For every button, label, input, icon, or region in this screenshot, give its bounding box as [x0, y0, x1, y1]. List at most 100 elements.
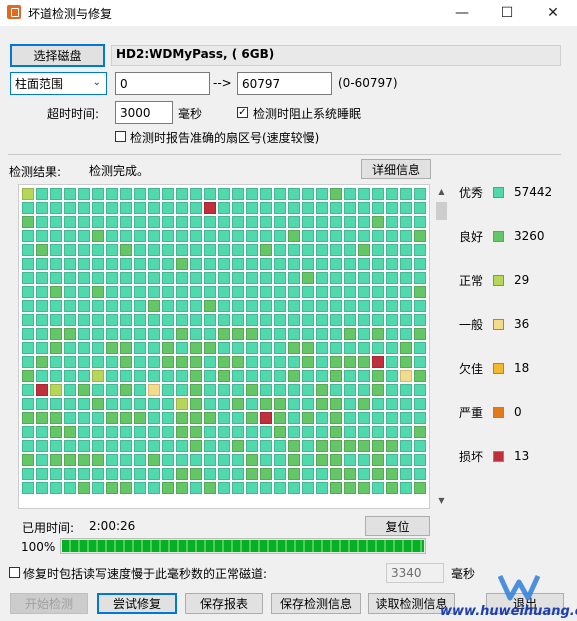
start-detect-button[interactable]: 开始检测 [10, 593, 88, 614]
scroll-down-icon[interactable]: ▼ [433, 493, 450, 509]
minimize-icon[interactable]: — [439, 0, 485, 26]
block-cell [316, 412, 328, 424]
scroll-up-icon[interactable]: ▲ [433, 184, 450, 200]
block-cell [358, 188, 370, 200]
range-mode-select[interactable]: 柱面范围 ⌄ [10, 72, 107, 95]
block-cell [288, 244, 300, 256]
save-info-button[interactable]: 保存检测信息 [271, 593, 361, 614]
block-cell [50, 440, 62, 452]
block-cell [288, 356, 300, 368]
result-label: 检测结果: [9, 165, 62, 179]
block-cell [288, 202, 300, 214]
block-cell [204, 440, 216, 452]
block-cell [288, 342, 300, 354]
block-cell [246, 384, 258, 396]
block-cell [358, 230, 370, 242]
block-cell [372, 342, 384, 354]
block-cell [358, 258, 370, 270]
repair-threshold-input[interactable]: 3340 [386, 563, 444, 583]
block-cell [134, 202, 146, 214]
block-cell [344, 454, 356, 466]
block-cell [22, 384, 34, 396]
block-cell [274, 188, 286, 200]
block-cell [386, 440, 398, 452]
block-cell [204, 426, 216, 438]
block-cell [344, 188, 356, 200]
block-cell [50, 286, 62, 298]
scroll-thumb[interactable] [436, 202, 447, 220]
prevent-sleep-label: 检测时阻止系统睡眠 [253, 107, 362, 121]
legend-label: 损坏 [459, 449, 484, 464]
progress-fill [62, 540, 424, 552]
block-map-scrollbar[interactable]: ▲ ▼ [433, 184, 450, 509]
block-cell [400, 482, 412, 494]
block-cell [386, 300, 398, 312]
block-cell [232, 230, 244, 242]
timeout-input[interactable]: 3000 [115, 101, 173, 124]
block-cell [232, 426, 244, 438]
block-cell [22, 440, 34, 452]
legend-swatch [493, 230, 504, 242]
block-cell [274, 230, 286, 242]
legend-label: 严重 [459, 405, 484, 420]
block-cell [36, 244, 48, 256]
block-cell [414, 398, 426, 410]
block-cell [190, 328, 202, 340]
detail-info-button[interactable]: 详细信息 [361, 159, 431, 179]
close-icon[interactable]: ✕ [530, 0, 576, 26]
range-end-input[interactable]: 60797 [237, 72, 332, 95]
repair-threshold-unit: 毫秒 [451, 567, 476, 581]
block-cell [232, 216, 244, 228]
block-cell [92, 230, 104, 242]
repair-option-checkbox[interactable] [9, 567, 20, 578]
block-cell [106, 300, 118, 312]
try-repair-button[interactable]: 尝试修复 [97, 593, 177, 614]
block-cell [372, 272, 384, 284]
block-cell [302, 300, 314, 312]
legend-row: 一般 36 [459, 316, 559, 332]
block-cell [50, 244, 62, 256]
block-cell [316, 188, 328, 200]
block-cell [302, 202, 314, 214]
legend-row: 严重 0 [459, 404, 559, 420]
block-cell [162, 412, 174, 424]
block-cell [204, 482, 216, 494]
block-cell [92, 356, 104, 368]
block-cell [330, 356, 342, 368]
block-cell [148, 286, 160, 298]
block-cell [414, 328, 426, 340]
block-cell [232, 328, 244, 340]
prevent-sleep-checkbox[interactable]: ✓ [237, 107, 248, 118]
block-cell [302, 188, 314, 200]
maximize-icon[interactable]: ☐ [484, 0, 530, 26]
block-cell [274, 482, 286, 494]
block-cell [204, 300, 216, 312]
reset-button[interactable]: 复位 [365, 516, 430, 536]
app-icon [7, 5, 21, 19]
legend-count: 0 [514, 405, 522, 419]
block-cell [232, 440, 244, 452]
save-report-button[interactable]: 保存报表 [185, 593, 263, 614]
block-cell [288, 314, 300, 326]
block-cell [148, 482, 160, 494]
range-start-input[interactable]: 0 [115, 72, 210, 95]
block-cell [232, 454, 244, 466]
block-cell [386, 370, 398, 382]
block-cell [386, 398, 398, 410]
report-sector-checkbox[interactable] [115, 131, 126, 142]
block-cell [232, 482, 244, 494]
block-cell [106, 202, 118, 214]
block-cell [162, 440, 174, 452]
block-cell [148, 244, 160, 256]
select-disk-button[interactable]: 选择磁盘 [10, 44, 105, 67]
block-cell [218, 440, 230, 452]
block-cell [330, 370, 342, 382]
block-cell [120, 244, 132, 256]
block-cell [232, 398, 244, 410]
block-cell [288, 412, 300, 424]
block-cell [246, 356, 258, 368]
block-cell [358, 356, 370, 368]
block-cell [218, 384, 230, 396]
block-cell [386, 412, 398, 424]
block-cell [120, 356, 132, 368]
